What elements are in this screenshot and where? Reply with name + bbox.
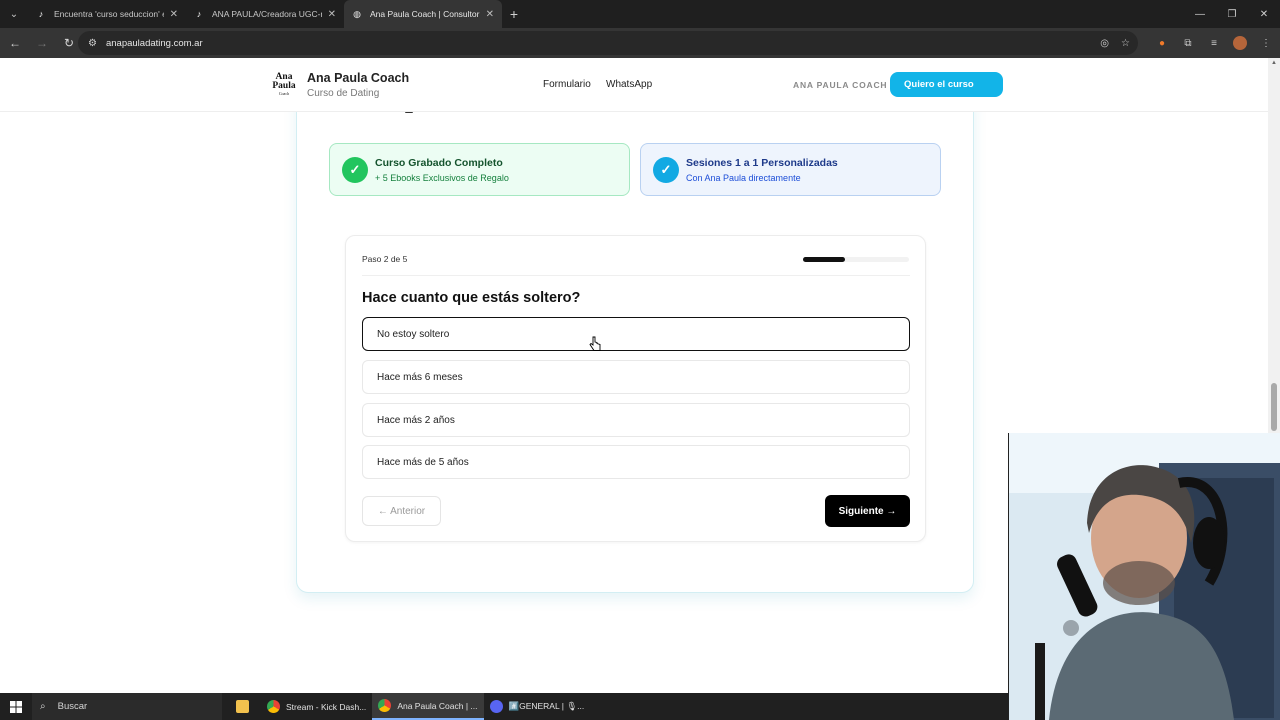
browser-toolbar: ← → ↻ ⚙ anapauladating.com.ar ◎ ☆ ● ⧉ ≡ … bbox=[0, 28, 1280, 58]
scrollbar-thumb[interactable] bbox=[1271, 383, 1277, 431]
extensions-puzzle-icon[interactable]: ⧉ bbox=[1180, 35, 1196, 51]
taskbar-item-stream[interactable]: Stream - Kick Dash... bbox=[261, 693, 372, 720]
taskbar-search[interactable]: ⌕ Buscar bbox=[32, 693, 222, 720]
feature-card-sesiones: ✓ Sesiones 1 a 1 Personalizadas Con Ana … bbox=[640, 143, 941, 196]
eye-slash-icon[interactable]: ◎ bbox=[1100, 38, 1109, 49]
chrome-icon bbox=[267, 700, 280, 713]
feature-subtitle: + 5 Ebooks Exclusivos de Regalo bbox=[375, 173, 509, 183]
close-icon[interactable]: ✕ bbox=[486, 9, 494, 20]
quiero-el-curso-button[interactable]: Quiero el curso bbox=[890, 72, 1003, 97]
restore-icon[interactable]: ❐ bbox=[1216, 0, 1248, 28]
url-text: anapauladating.com.ar bbox=[105, 37, 203, 49]
browser-tab-1[interactable]: ♪ Encuentra 'curso seduccion' en ✕ bbox=[28, 0, 186, 28]
divider bbox=[362, 275, 910, 276]
anterior-button[interactable]: ← Anterior bbox=[362, 496, 441, 526]
feature-title: Sesiones 1 a 1 Personalizadas bbox=[686, 157, 838, 169]
logo-text: Ana Paula bbox=[272, 72, 296, 91]
quiz-option[interactable]: No estoy soltero bbox=[362, 317, 910, 351]
new-tab-plus-icon[interactable]: + bbox=[502, 0, 526, 28]
taskbar-item-ana-paula[interactable]: Ana Paula Coach | ... bbox=[372, 693, 484, 720]
search-placeholder: Buscar bbox=[57, 701, 88, 712]
hand-cursor-icon bbox=[589, 336, 601, 351]
close-window-icon[interactable]: ✕ bbox=[1248, 0, 1280, 28]
browser-tab-3-active[interactable]: ◍ Ana Paula Coach | Consultoría ✕ bbox=[344, 0, 502, 28]
close-icon[interactable]: ✕ bbox=[170, 9, 178, 20]
quiz-card: Paso 2 de 5 Hace cuanto que estás solter… bbox=[345, 235, 926, 542]
webcam-overlay bbox=[1008, 433, 1280, 720]
minimize-icon[interactable]: — bbox=[1184, 0, 1216, 28]
quiz-option[interactable]: Hace más de 5 años bbox=[362, 445, 910, 479]
search-icon: ⌕ bbox=[40, 701, 46, 712]
profile-avatar-icon[interactable] bbox=[1232, 35, 1248, 51]
quiz-progress-bar bbox=[803, 257, 909, 262]
discord-icon bbox=[489, 700, 503, 713]
forward-arrow-icon[interactable]: → bbox=[30, 31, 54, 55]
globe-icon: ◍ bbox=[353, 9, 361, 19]
extension-flame-icon[interactable]: ● bbox=[1154, 35, 1170, 51]
quiz-question: Hace cuanto que estás soltero? bbox=[362, 290, 581, 306]
webcam-person-image bbox=[1009, 433, 1280, 720]
back-arrow-icon[interactable]: ← bbox=[3, 31, 27, 55]
check-icon: ✓ bbox=[653, 157, 679, 183]
feature-title: Curso Grabado Completo bbox=[375, 157, 503, 169]
browser-tab-bar: ⌄ ♪ Encuentra 'curso seduccion' en ✕ ♪ A… bbox=[0, 0, 1280, 28]
windows-start-icon[interactable] bbox=[0, 693, 32, 720]
address-bar[interactable]: ⚙ anapauladating.com.ar ◎ ☆ bbox=[78, 31, 1138, 55]
logo-subtext: Coach bbox=[278, 91, 290, 96]
tab-title: Ana Paula Coach | Consultoría bbox=[370, 9, 480, 19]
siguiente-button[interactable]: Siguiente → bbox=[825, 495, 910, 527]
tab-title: ANA PAULA/Creadora UGC-mo bbox=[212, 9, 322, 19]
taskbar-item-label: Stream - Kick Dash... bbox=[286, 701, 367, 712]
file-explorer-icon[interactable] bbox=[230, 693, 261, 720]
tab-search-chevron-icon[interactable]: ⌄ bbox=[0, 0, 28, 28]
browser-tab-2[interactable]: ♪ ANA PAULA/Creadora UGC-mo ✕ bbox=[186, 0, 344, 28]
brand-subtitle: Curso de Dating bbox=[307, 88, 380, 99]
brand-name: Ana Paula Coach bbox=[307, 71, 410, 85]
brand-logo[interactable]: Ana Paula Coach bbox=[271, 72, 297, 97]
folder-icon bbox=[236, 700, 249, 713]
taskbar-item-discord[interactable]: #️⃣GENERAL | 🎙... bbox=[484, 693, 591, 720]
bookmark-star-icon[interactable]: ☆ bbox=[1121, 38, 1130, 49]
nav-brand-label: ANA PAULA COACH bbox=[793, 80, 888, 90]
scroll-up-icon[interactable]: ▲ bbox=[1270, 60, 1278, 66]
menu-dots-icon[interactable]: ⋮ bbox=[1258, 35, 1274, 51]
media-control-icon[interactable]: ≡ bbox=[1206, 35, 1222, 51]
nav-formulario-link[interactable]: Formulario bbox=[543, 79, 591, 90]
step-indicator: Paso 2 de 5 bbox=[362, 254, 408, 264]
check-icon: ✓ bbox=[342, 157, 368, 183]
feature-subtitle: Con Ana Paula directamente bbox=[686, 173, 801, 183]
site-info-icon[interactable]: ⚙ bbox=[88, 38, 97, 49]
tiktok-icon: ♪ bbox=[196, 9, 202, 19]
quiz-option[interactable]: Hace más 6 meses bbox=[362, 360, 910, 394]
nav-whatsapp-link[interactable]: WhatsApp bbox=[606, 79, 652, 90]
taskbar-item-label: #️⃣GENERAL | 🎙... bbox=[508, 701, 585, 711]
chrome-icon bbox=[378, 699, 392, 712]
taskbar-item-label: Ana Paula Coach | ... bbox=[397, 700, 478, 711]
progress-fill bbox=[803, 257, 846, 262]
site-header: Ana Paula Coach Ana Paula Coach Curso de… bbox=[0, 58, 1268, 112]
tab-title: Encuentra 'curso seduccion' en bbox=[54, 9, 164, 19]
window-controls: — ❐ ✕ bbox=[1184, 0, 1280, 28]
close-icon[interactable]: ✕ bbox=[328, 9, 336, 20]
tiktok-icon: ♪ bbox=[38, 9, 44, 19]
feature-card-curso: ✓ Curso Grabado Completo + 5 Ebooks Excl… bbox=[329, 143, 630, 196]
quiz-option[interactable]: Hace más 2 años bbox=[362, 403, 910, 437]
